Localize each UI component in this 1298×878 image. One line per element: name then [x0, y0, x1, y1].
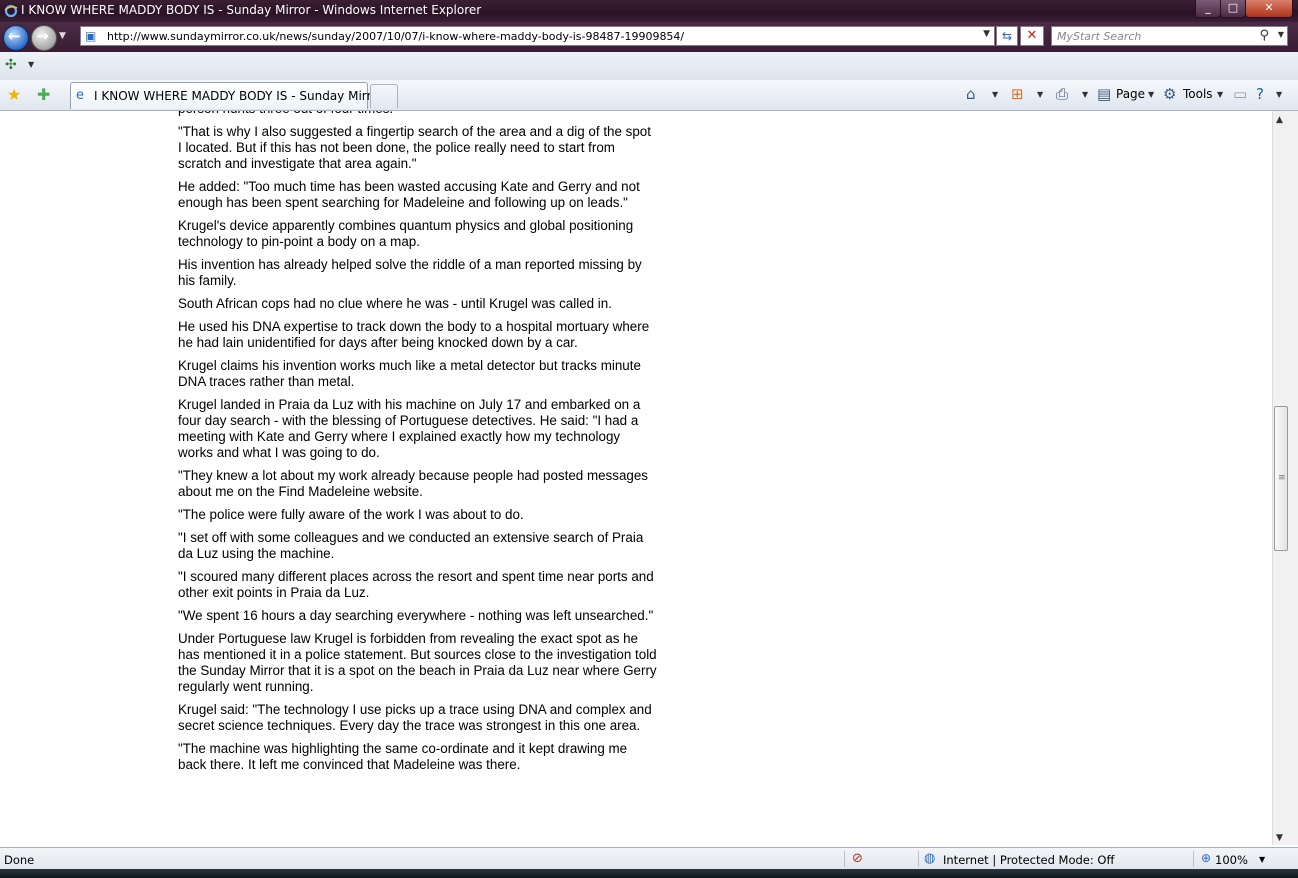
- toolbar-dropdown-icon[interactable]: ▼: [28, 60, 34, 69]
- search-icon[interactable]: ⚲: [1259, 28, 1269, 43]
- scroll-down-arrow-icon[interactable]: ▼: [1276, 833, 1283, 843]
- page-menu-button[interactable]: Page: [1116, 87, 1145, 101]
- article-paragraph: "The police were fully aware of the work…: [178, 507, 524, 522]
- article-paragraph: His invention has already helped solve t…: [178, 257, 642, 288]
- stop-icon: ✕: [1026, 28, 1038, 43]
- article-paragraph: "I set off with some colleagues and we c…: [178, 530, 644, 561]
- zoom-dropdown-icon[interactable]: ▼: [1259, 855, 1265, 864]
- search-input[interactable]: MyStart Search: [1057, 30, 1141, 43]
- article-paragraph: South African cops had no clue where he …: [178, 296, 612, 311]
- article-paragraph: Under Portuguese law Krugel is forbidden…: [178, 631, 657, 694]
- window-title: I KNOW WHERE MADDY BODY IS - Sunday Mirr…: [21, 3, 482, 17]
- scrollbar-thumb[interactable]: ≡: [1274, 406, 1288, 551]
- status-divider: [918, 851, 919, 867]
- recent-pages-dropdown-icon[interactable]: ▼: [59, 31, 66, 41]
- address-url[interactable]: http://www.sundaymirror.co.uk/news/sunda…: [107, 30, 684, 43]
- status-divider: [844, 851, 845, 867]
- close-button[interactable]: ✕: [1245, 0, 1293, 18]
- article-paragraph: Krugel landed in Praia da Luz with his m…: [178, 397, 641, 460]
- article-paragraph: "They knew a lot about my work already b…: [178, 468, 648, 499]
- article-paragraph: He used his DNA expertise to track down …: [178, 319, 650, 350]
- page-content: person hunts three out of four times. "Th…: [0, 111, 1272, 845]
- print-icon[interactable]: ⎙: [1056, 85, 1068, 103]
- tab-active[interactable]: e I KNOW WHERE MADDY BODY IS - Sunday Mi…: [70, 82, 383, 109]
- add-favorites-icon[interactable]: ✚: [37, 85, 50, 104]
- help-dropdown-icon[interactable]: ▼: [1276, 90, 1282, 99]
- page-menu-dropdown-icon[interactable]: ▼: [1148, 90, 1154, 99]
- tools-gear-icon: ⚙: [1163, 85, 1177, 103]
- feeds-icon[interactable]: ⊞: [1011, 85, 1024, 103]
- tools-menu-button[interactable]: Tools: [1183, 87, 1213, 101]
- zoom-level[interactable]: 100%: [1215, 853, 1248, 867]
- article-paragraph: Krugel said: "The technology I use picks…: [178, 702, 652, 733]
- stop-button[interactable]: ✕: [1020, 26, 1044, 46]
- article-paragraph: Krugel claims his invention works much l…: [178, 358, 641, 389]
- print-dropdown-icon[interactable]: ▼: [1082, 90, 1088, 99]
- tab-bar: ★ ✚ e I KNOW WHERE MADDY BODY IS - Sunda…: [0, 80, 1298, 111]
- article-paragraph: "That is why I also suggested a fingerti…: [178, 124, 651, 171]
- title-bar: I KNOW WHERE MADDY BODY IS - Sunday Mirr…: [0, 0, 1298, 22]
- article-paragraph: Krugel's device apparently combines quan…: [178, 218, 634, 249]
- forward-arrow-icon: →: [36, 27, 49, 45]
- favorites-star-icon[interactable]: ★: [7, 85, 21, 104]
- vertical-scrollbar[interactable]: ▲ ≡ ▼: [1272, 111, 1289, 845]
- article-paragraph: "The machine was highlighting the same c…: [178, 741, 628, 772]
- search-box[interactable]: MyStart Search ⚲ ▼: [1051, 26, 1288, 46]
- privacy-report-icon[interactable]: ⊘: [852, 851, 863, 866]
- minimize-button[interactable]: _: [1195, 0, 1221, 18]
- toolbar-row: ✣ ▼: [0, 52, 1298, 81]
- help-icon[interactable]: ?: [1256, 85, 1264, 103]
- tab-ie-icon: e: [76, 88, 84, 103]
- windows-taskbar: [0, 869, 1298, 878]
- article-paragraph: "I scoured many different places across …: [178, 569, 654, 600]
- back-arrow-icon: ←: [8, 27, 21, 45]
- address-bar[interactable]: ▣ http://www.sundaymirror.co.uk/news/sun…: [80, 26, 995, 46]
- toolbar-addon-icon[interactable]: ✣: [5, 57, 17, 73]
- internet-zone-icon: ◍: [924, 851, 936, 866]
- article-paragraph: person hunts three out of four times.: [178, 111, 658, 117]
- status-divider: [1193, 851, 1194, 867]
- refresh-button[interactable]: ⇆: [996, 26, 1018, 46]
- refresh-icon: ⇆: [1001, 29, 1013, 43]
- tools-dropdown-icon[interactable]: ▼: [1217, 90, 1223, 99]
- back-button[interactable]: ←: [3, 25, 29, 51]
- home-icon[interactable]: ⌂: [966, 85, 976, 103]
- new-tab-button[interactable]: [370, 84, 398, 108]
- research-icon[interactable]: ▭: [1233, 85, 1247, 103]
- article-body: person hunts three out of four times. "Th…: [178, 111, 658, 780]
- home-dropdown-icon[interactable]: ▼: [992, 90, 998, 99]
- article-paragraph: He added: "Too much time has been wasted…: [178, 179, 640, 210]
- scrollbar-grip-icon: ≡: [1278, 473, 1286, 483]
- article-paragraph: "We spent 16 hours a day searching every…: [178, 608, 654, 623]
- window-right-edge: [1289, 111, 1298, 845]
- status-bar: Done ⊘ ◍ Internet | Protected Mode: Off …: [0, 847, 1298, 870]
- zoom-icon[interactable]: ⊕: [1201, 851, 1211, 865]
- maximize-button[interactable]: □: [1220, 0, 1246, 18]
- feeds-dropdown-icon[interactable]: ▼: [1037, 90, 1043, 99]
- tab-label: I KNOW WHERE MADDY BODY IS - Sunday Mirr…: [94, 89, 384, 103]
- search-options-dropdown-icon[interactable]: ▼: [1278, 30, 1284, 39]
- forward-button[interactable]: →: [31, 25, 57, 51]
- page-icon: ▣: [85, 29, 97, 43]
- security-zone-text[interactable]: Internet | Protected Mode: Off: [943, 853, 1114, 867]
- address-dropdown-icon[interactable]: ▼: [983, 29, 990, 39]
- status-text: Done: [4, 853, 35, 867]
- page-menu-icon: ▤: [1097, 85, 1112, 103]
- ie-logo-icon: [4, 3, 18, 18]
- scroll-up-arrow-icon[interactable]: ▲: [1276, 115, 1283, 125]
